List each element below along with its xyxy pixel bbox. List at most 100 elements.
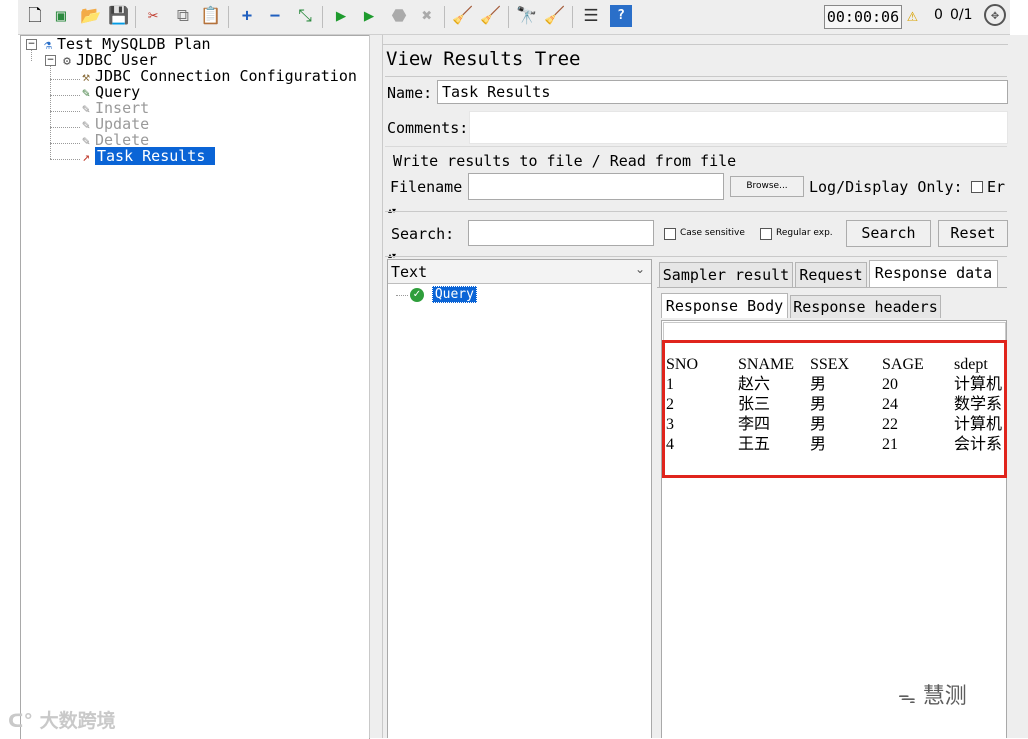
tree-guide <box>50 95 80 96</box>
watermark-right: ᯓ 慧测 <box>898 678 967 710</box>
table-cell: 李四 <box>738 416 771 433</box>
regular-exp-checkbox[interactable] <box>760 228 772 240</box>
tab-response-data[interactable]: Response data <box>869 260 998 287</box>
start-no-pauses-icon[interactable]: ▶ <box>358 5 380 27</box>
save-icon[interactable]: 💾 <box>108 5 130 27</box>
case-sensitive-checkbox[interactable] <box>664 228 676 240</box>
warning-icon[interactable]: ⚠ <box>907 5 918 26</box>
table-cell: 会计系 <box>954 436 1003 453</box>
flask-icon: ⚗ <box>44 38 52 53</box>
sample-label: Query <box>431 286 477 303</box>
stop-icon[interactable]: ⬣ <box>388 5 410 27</box>
regular-exp-label: Regular exp. <box>776 228 833 238</box>
active-threads-count: 0/1 <box>950 7 973 23</box>
warning-count: 0 <box>934 7 943 23</box>
errors-checkbox[interactable] <box>971 181 983 193</box>
list-item[interactable]: ✓ Query <box>396 286 477 303</box>
copy-icon[interactable]: ⧉ <box>172 5 194 27</box>
column-header: SNO <box>666 356 699 373</box>
tree-node-delete[interactable]: ✎ Delete <box>77 132 149 149</box>
divider <box>657 287 1007 288</box>
table-cell: 张三 <box>738 396 771 413</box>
tree-node-test-plan[interactable]: ⚗ Test MySQLDB Plan <box>39 36 210 53</box>
chart-icon: ↗ <box>82 150 90 165</box>
name-label: Name: <box>387 84 433 102</box>
table-cell: 王五 <box>738 436 771 453</box>
name-field[interactable]: Task Results <box>437 80 1008 104</box>
tree-guide <box>50 143 80 144</box>
tree-node-update[interactable]: ✎ Update <box>77 116 149 133</box>
watermark-text: 慧测 <box>922 684 967 709</box>
search-icon[interactable]: 🔭 <box>516 5 538 27</box>
function-helper-icon[interactable]: ☰ <box>580 5 602 27</box>
watermark-left: ᑕ° 大数跨境 <box>8 706 116 733</box>
table-cell: 20 <box>882 376 898 393</box>
open-icon[interactable]: 📂 <box>80 5 102 27</box>
templates-icon[interactable]: ▣ <box>50 5 72 27</box>
table-cell: 数学系 <box>954 396 1003 413</box>
start-icon[interactable]: ▶ <box>330 5 352 27</box>
column-header: SAGE <box>882 356 924 373</box>
filename-field[interactable] <box>468 173 724 200</box>
table-cell: 21 <box>882 436 898 453</box>
table-cell: 24 <box>882 396 898 413</box>
cut-icon[interactable]: ✂ <box>142 5 164 27</box>
tab-sampler-result[interactable]: Sampler result <box>659 262 793 287</box>
reset-search-icon[interactable]: 🧹 <box>544 5 566 27</box>
table-cell: 1 <box>666 376 674 393</box>
panel-splitter[interactable] <box>369 35 383 738</box>
renderer-select[interactable]: Text <box>388 260 651 284</box>
remote-start-icon[interactable]: ✥ <box>984 4 1006 26</box>
tab-request[interactable]: Request <box>795 262 867 287</box>
response-body-toolbar <box>663 322 1006 342</box>
table-cell: 22 <box>882 416 898 433</box>
collapse-toggle[interactable]: − <box>26 39 37 50</box>
help-icon[interactable]: ? <box>610 5 632 27</box>
tree-node-thread-group[interactable]: ⚙ JDBC User <box>58 52 157 69</box>
filename-label: Filename <box>390 178 463 196</box>
sample-results-list <box>387 259 652 738</box>
table-cell: 男 <box>810 396 827 413</box>
new-plan-icon[interactable]: 🗋 <box>24 5 46 27</box>
table-cell: 2 <box>666 396 674 413</box>
toggle-icon[interactable]: ⤡ <box>294 5 316 27</box>
expand-all-icon[interactable]: + <box>236 5 258 27</box>
clear-icon[interactable]: 🧹 <box>452 5 474 27</box>
table-cell: 男 <box>810 416 827 433</box>
search-input[interactable] <box>468 220 654 246</box>
table-cell: 3 <box>666 416 674 433</box>
column-header: SSEX <box>810 356 850 373</box>
search-button[interactable]: Search <box>846 220 931 247</box>
browse-button[interactable]: Browse... <box>730 176 804 197</box>
log-display-label: Log/Display Only: <box>809 178 963 196</box>
paste-icon[interactable]: 📋 <box>200 5 222 27</box>
divider <box>383 44 1008 45</box>
tab-response-body[interactable]: Response Body <box>661 293 788 318</box>
tree-guide <box>50 159 80 160</box>
clear-all-icon[interactable]: 🧹 <box>480 5 502 27</box>
tree-node-jdbc-connection[interactable]: ⚒ JDBC Connection Configuration <box>77 68 357 85</box>
column-header: SNAME <box>738 356 795 373</box>
collapse-all-icon[interactable]: − <box>264 5 286 27</box>
reset-button[interactable]: Reset <box>938 220 1008 247</box>
tree-node-insert[interactable]: ✎ Insert <box>77 100 149 117</box>
tree-node-label: Task Results <box>95 147 216 165</box>
shutdown-icon[interactable]: ✖ <box>416 5 438 27</box>
chevron-down-icon[interactable]: ⌄ <box>635 262 645 276</box>
tree-guide <box>50 111 80 112</box>
toolbar-separator <box>228 6 229 28</box>
toolbar-separator <box>322 6 323 28</box>
tree-node-query[interactable]: ✎ Query <box>77 84 140 101</box>
errors-label: Er <box>987 178 1006 196</box>
table-cell: 赵六 <box>738 376 771 393</box>
case-sensitive-label: Case sensitive <box>680 228 745 238</box>
tree-guide <box>50 79 80 80</box>
tab-response-headers[interactable]: Response headers <box>790 295 941 318</box>
watermark-text: 大数跨境 <box>39 710 116 732</box>
tree-node-task-results[interactable]: ↗ Task Results <box>77 147 216 165</box>
wechat-icon: ᯓ <box>898 687 916 708</box>
search-label: Search: <box>391 225 455 243</box>
comments-field[interactable] <box>469 111 1008 144</box>
collapse-toggle[interactable]: − <box>45 55 56 66</box>
table-cell: 计算机 <box>954 376 1003 393</box>
